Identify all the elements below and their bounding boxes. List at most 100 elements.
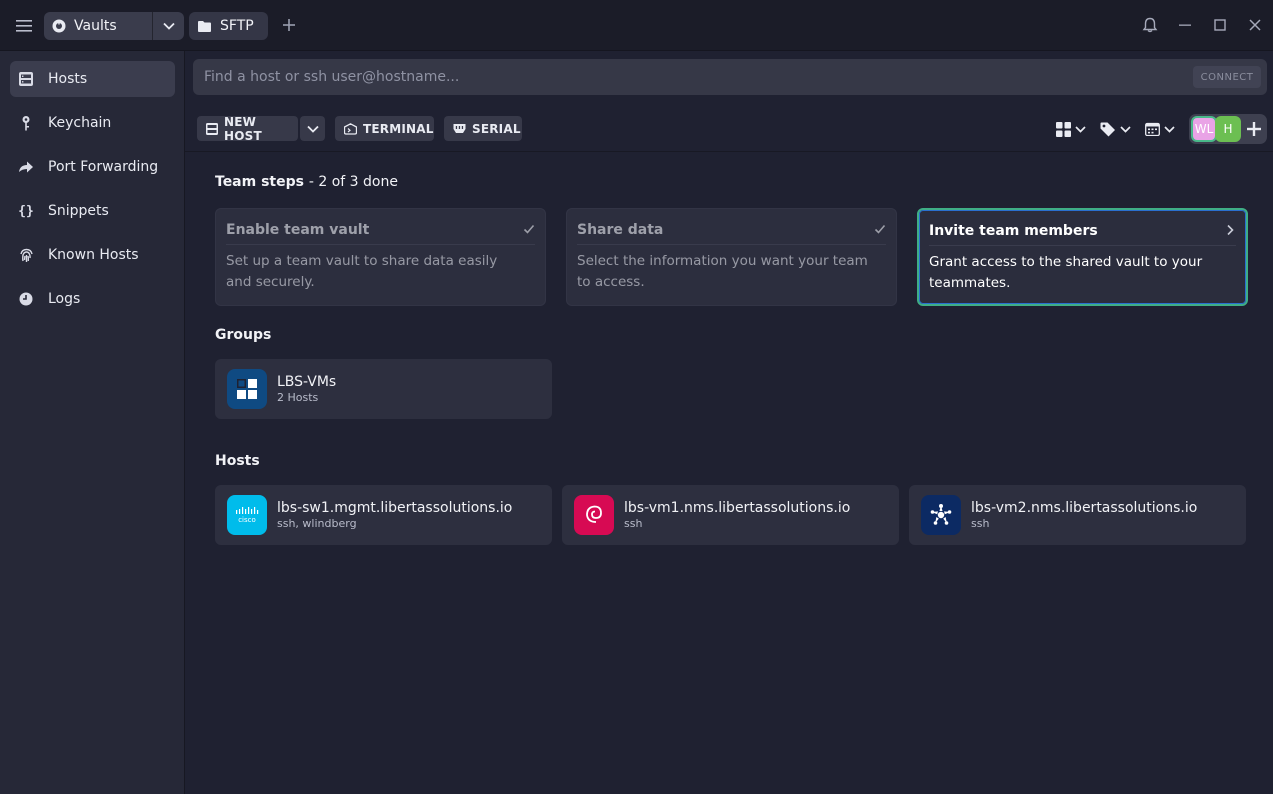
hosts-grid-icon xyxy=(18,71,34,87)
vaults-dropdown-button[interactable] xyxy=(152,12,184,40)
step-title: Share data xyxy=(577,222,664,238)
hamburger-menu-icon[interactable] xyxy=(12,14,36,38)
step-description: Select the information you want your tea… xyxy=(577,253,868,290)
tag-icon xyxy=(1100,122,1116,137)
group-logo-icon xyxy=(227,369,267,409)
host-search-bar: CONNECT xyxy=(193,59,1267,95)
tag-filter-dropdown[interactable] xyxy=(1100,120,1131,138)
step-description: Set up a team vault to share data easily… xyxy=(226,253,498,290)
new-host-label: NEW HOST xyxy=(224,114,262,143)
step-divider xyxy=(226,244,535,245)
close-icon[interactable] xyxy=(1247,17,1263,33)
chevron-down-icon xyxy=(1075,125,1086,133)
host-card-lbs-vm1[interactable]: lbs-vm1.nms.libertassolutions.io ssh xyxy=(562,485,899,545)
folder-icon xyxy=(198,20,211,32)
new-host-button[interactable]: NEW HOST xyxy=(197,114,298,143)
vaults-tab[interactable]: Vaults xyxy=(44,12,184,40)
group-host-count: 2 Hosts xyxy=(277,391,319,404)
new-host-dropdown-button[interactable] xyxy=(300,116,325,141)
host-card-lbs-vm2[interactable]: lbs-vm2.nms.libertassolutions.io ssh xyxy=(909,485,1246,545)
sidebar-item-port-forwarding[interactable]: Port Forwarding xyxy=(10,149,175,185)
toolbar-divider xyxy=(185,151,1273,152)
host-name: lbs-vm2.nms.libertassolutions.io xyxy=(971,500,1198,516)
hosts-title: Hosts xyxy=(215,453,260,469)
host-details: ssh xyxy=(971,517,990,530)
terminal-icon xyxy=(344,122,357,135)
step-description: Grant access to the shared vault to your… xyxy=(929,254,1203,291)
title-bar: Vaults SFTP xyxy=(0,0,1273,51)
sftp-tab[interactable]: SFTP xyxy=(189,12,268,40)
layout-view-dropdown[interactable] xyxy=(1056,120,1086,138)
sidebar-item-known-hosts[interactable]: Known Hosts xyxy=(10,237,175,273)
vault-icon xyxy=(52,19,66,33)
avatar[interactable]: WL xyxy=(1191,116,1217,142)
cisco-logo-icon: cisco xyxy=(227,495,267,535)
fingerprint-icon xyxy=(18,247,34,263)
sidebar-item-label: Logs xyxy=(48,291,81,307)
clock-icon xyxy=(18,291,34,307)
host-card-lbs-sw1[interactable]: cisco lbs-sw1.mgmt.libertassolutions.io … xyxy=(215,485,552,545)
team-avatars: WL H xyxy=(1189,114,1267,144)
chevron-right-icon xyxy=(1224,224,1236,236)
sidebar-item-label: Port Forwarding xyxy=(48,159,159,175)
minimize-icon[interactable] xyxy=(1177,17,1193,33)
serial-label: SERIAL xyxy=(472,121,521,136)
sidebar-item-snippets[interactable]: {} Snippets xyxy=(10,193,175,229)
os-logo-icon xyxy=(921,495,961,535)
step-card-share-data[interactable]: Share data Select the information you wa… xyxy=(566,208,897,306)
sidebar-item-keychain[interactable]: Keychain xyxy=(10,105,175,141)
host-search-input[interactable] xyxy=(193,59,1183,95)
step-card-invite-team-members[interactable]: Invite team members Grant access to the … xyxy=(917,208,1248,306)
sidebar-item-hosts[interactable]: Hosts xyxy=(10,61,175,97)
host-name: lbs-sw1.mgmt.libertassolutions.io xyxy=(277,500,513,516)
grid-view-icon xyxy=(1056,121,1071,137)
checkmark-icon xyxy=(523,223,535,235)
terminal-label: TERMINAL xyxy=(363,121,434,136)
maximize-icon[interactable] xyxy=(1212,17,1228,33)
sort-dropdown[interactable] xyxy=(1145,120,1175,138)
groups-title: Groups xyxy=(215,327,272,343)
sidebar-item-label: Hosts xyxy=(48,71,88,87)
step-divider xyxy=(577,244,886,245)
sidebar-item-label: Keychain xyxy=(48,115,112,131)
terminal-button[interactable]: TERMINAL xyxy=(335,116,434,141)
serial-button[interactable]: SERIAL xyxy=(444,116,522,141)
add-member-plus-icon[interactable] xyxy=(1245,120,1263,138)
new-tab-plus-icon[interactable] xyxy=(280,16,298,34)
server-icon xyxy=(206,122,218,135)
team-steps-title: Team steps - 2 of 3 done xyxy=(215,174,398,190)
step-divider xyxy=(929,245,1236,246)
host-name: lbs-vm1.nms.libertassolutions.io xyxy=(624,500,851,516)
checkmark-icon xyxy=(874,223,886,235)
cisco-logo-text: cisco xyxy=(238,515,256,524)
vaults-tab-label: Vaults xyxy=(74,18,117,34)
key-icon xyxy=(18,115,34,131)
step-title: Invite team members xyxy=(929,223,1098,239)
chevron-down-icon xyxy=(162,22,175,30)
calendar-icon xyxy=(1145,122,1160,136)
group-name: LBS-VMs xyxy=(277,374,337,390)
team-steps-heading: Team steps xyxy=(215,174,304,190)
connect-button[interactable]: CONNECT xyxy=(1193,66,1261,88)
chevron-down-icon xyxy=(1120,125,1131,133)
bell-icon[interactable] xyxy=(1142,17,1158,33)
vaults-tab-main[interactable]: Vaults xyxy=(44,12,152,40)
chevron-down-icon xyxy=(306,125,319,133)
team-steps-progress: - 2 of 3 done xyxy=(308,174,398,190)
chevron-down-icon xyxy=(1164,125,1175,133)
sidebar-item-logs[interactable]: Logs xyxy=(10,281,175,317)
step-card-enable-team-vault[interactable]: Enable team vault Set up a team vault to… xyxy=(215,208,546,306)
serial-port-icon xyxy=(453,123,466,134)
step-title: Enable team vault xyxy=(226,222,370,238)
sidebar-item-label: Known Hosts xyxy=(48,247,139,263)
group-card-lbs-vms[interactable]: LBS-VMs 2 Hosts xyxy=(215,359,552,419)
sidebar: Hosts Keychain Port Forwarding {} Snippe… xyxy=(0,51,185,794)
host-details: ssh xyxy=(624,517,643,530)
sftp-tab-label: SFTP xyxy=(220,18,254,34)
forward-arrow-icon xyxy=(18,159,34,175)
sidebar-item-label: Snippets xyxy=(48,203,109,219)
host-details: ssh, wlindberg xyxy=(277,517,357,530)
debian-logo-icon xyxy=(574,495,614,535)
braces-icon: {} xyxy=(18,203,34,219)
avatar[interactable]: H xyxy=(1215,116,1241,142)
